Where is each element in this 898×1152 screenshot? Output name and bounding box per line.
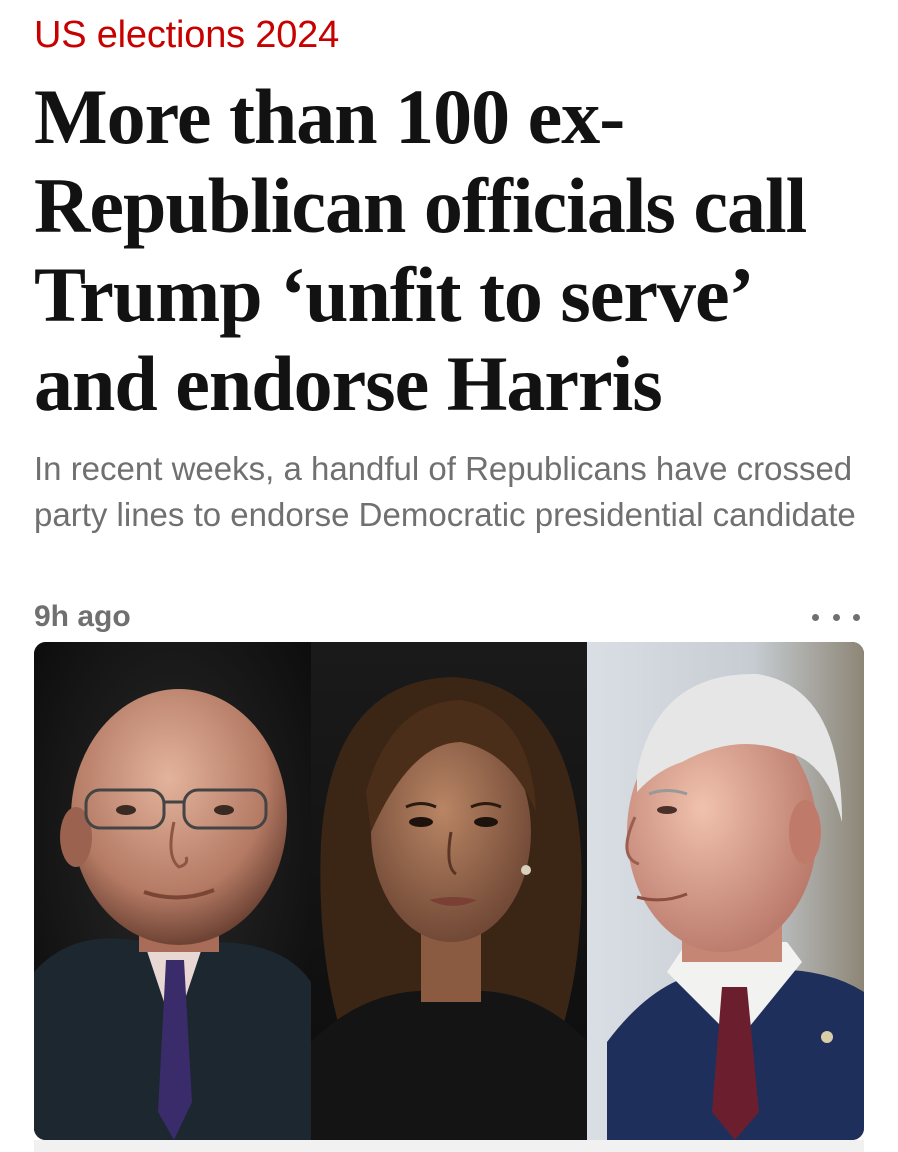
article-meta: 9h ago <box>34 594 864 640</box>
portrait-middle-image <box>310 642 588 1140</box>
card-footer-strip <box>34 1140 864 1152</box>
portrait-right-image <box>587 642 864 1140</box>
more-options-button[interactable] <box>812 602 860 632</box>
timestamp: 9h ago <box>34 600 131 633</box>
portrait-left-image <box>34 642 311 1140</box>
article-headline[interactable]: More than 100 ex-Republican officials ca… <box>34 72 884 428</box>
article-standfirst: In recent weeks, a handful of Republican… <box>34 450 856 533</box>
more-dot <box>853 613 860 621</box>
section-kicker[interactable]: US elections 2024 <box>34 10 339 60</box>
article-card[interactable]: US elections 2024 More than 100 ex-Repub… <box>0 0 898 1152</box>
more-horizontal-icon <box>812 613 819 621</box>
more-dot <box>832 613 840 621</box>
hero-image[interactable] <box>34 642 864 1140</box>
